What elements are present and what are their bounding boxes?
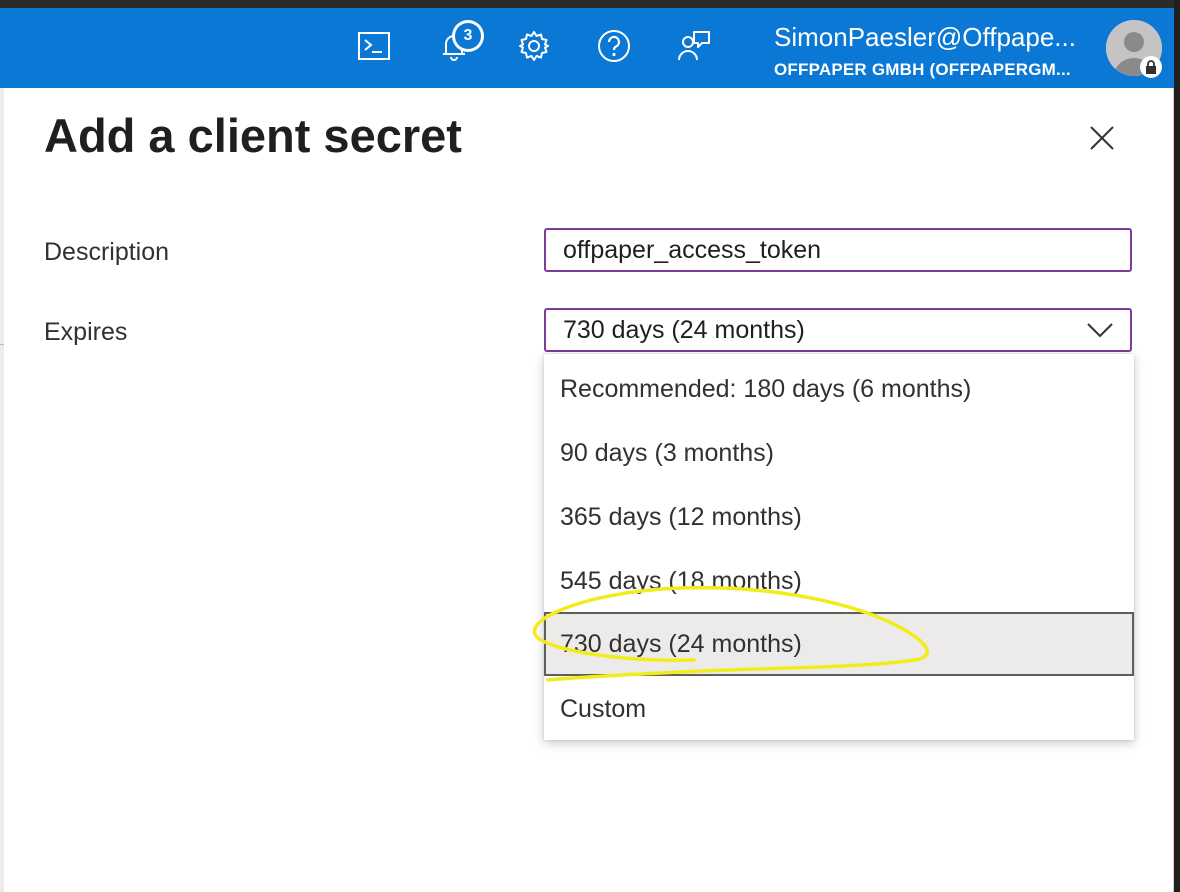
description-label: Description	[44, 238, 170, 266]
settings-button[interactable]	[514, 26, 554, 66]
expires-selected-value: 730 days (24 months)	[563, 316, 805, 344]
panel-title: Add a client secret	[44, 109, 462, 162]
lock-icon	[1140, 56, 1162, 78]
help-icon	[598, 30, 630, 62]
chevron-down-icon	[1087, 323, 1113, 338]
left-background-edge	[0, 88, 4, 892]
right-divider	[1173, 88, 1174, 892]
account-name[interactable]: SimonPaesler@Offpape...	[774, 22, 1092, 53]
dropdown-option-365-days[interactable]: 365 days (12 months)	[544, 485, 1134, 549]
dropdown-option-545-days[interactable]: 545 days (18 months)	[544, 549, 1134, 613]
notification-badge: 3	[452, 20, 484, 52]
dropdown-option-180-days[interactable]: Recommended: 180 days (6 months)	[544, 357, 1134, 421]
dropdown-option-custom[interactable]: Custom	[544, 677, 1134, 741]
close-button[interactable]	[1084, 120, 1120, 156]
dropdown-option-730-days[interactable]: 730 days (24 months)	[544, 612, 1134, 676]
left-divider	[0, 344, 4, 345]
expires-dropdown-list: Recommended: 180 days (6 months) 90 days…	[544, 354, 1134, 740]
window-right-edge	[1174, 0, 1180, 892]
notification-count: 3	[455, 23, 481, 49]
window-top-strip	[0, 0, 1180, 8]
expires-select[interactable]: 730 days (24 months)	[544, 308, 1132, 352]
description-input[interactable]: offpaper_access_token	[544, 228, 1132, 272]
cloud-shell-button[interactable]	[354, 26, 394, 66]
account-organization[interactable]: OFFPAPER GMBH (OFFPAPERGM...	[774, 60, 1092, 80]
feedback-icon	[678, 31, 710, 61]
close-icon	[1090, 126, 1114, 150]
feedback-button[interactable]	[674, 26, 714, 66]
gear-icon	[519, 31, 549, 61]
dropdown-option-90-days[interactable]: 90 days (3 months)	[544, 421, 1134, 485]
help-button[interactable]	[594, 26, 634, 66]
expires-label: Expires	[44, 318, 128, 346]
cloud-shell-icon	[358, 32, 390, 60]
